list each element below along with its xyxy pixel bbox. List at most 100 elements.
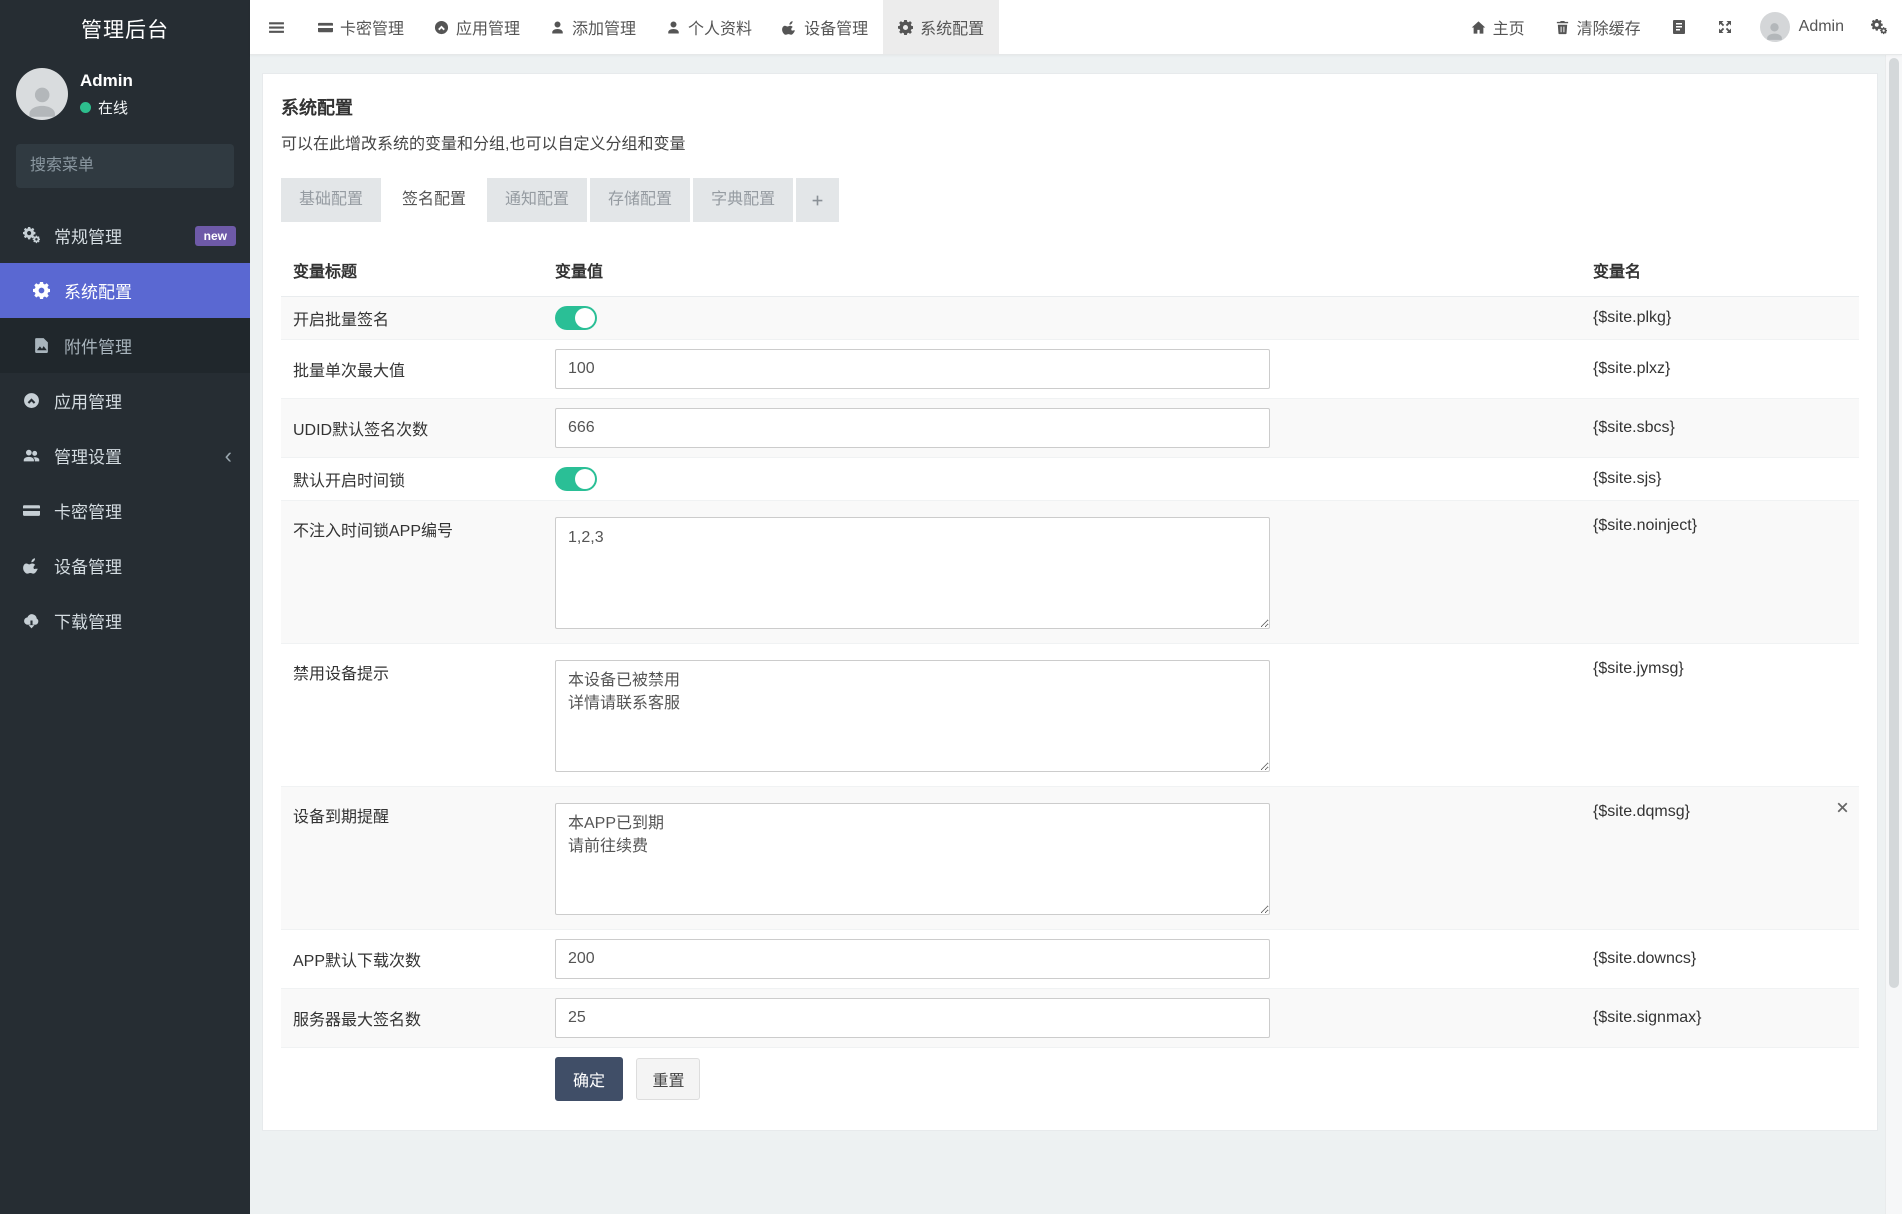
nav-tab-card-management[interactable]: 卡密管理	[303, 0, 419, 54]
table-header-row: 变量标题 变量值 变量名	[281, 248, 1859, 297]
table-row: 默认开启时间锁 {$site.sjs}	[281, 458, 1859, 501]
udid-sign-count-input[interactable]	[555, 408, 1270, 448]
server-max-sign-input[interactable]	[555, 998, 1270, 1038]
sidebar-item-label: 应用管理	[54, 388, 122, 413]
nav-tab-label: 个人资料	[688, 15, 752, 39]
sidebar-item-download-management[interactable]: 下载管理	[0, 593, 250, 648]
plus-icon	[811, 194, 824, 207]
no-inject-apps-textarea[interactable]: 1,2,3	[555, 517, 1270, 629]
scrollbar[interactable]	[1885, 0, 1902, 1214]
row-label: 服务器最大签名数	[281, 989, 543, 1048]
row-label: 不注入时间锁APP编号	[281, 501, 543, 644]
chevron-left-icon: ‹	[225, 445, 232, 467]
page-subtitle: 可以在此增改系统的变量和分组,也可以自定义分组和变量	[281, 130, 1859, 154]
remove-variable-icon[interactable]	[1836, 801, 1849, 819]
sidebar-toggle-button[interactable]	[250, 0, 303, 54]
app-download-count-input[interactable]	[555, 939, 1270, 979]
row-varname: {$site.signmax}	[1581, 989, 1859, 1048]
user-icon	[550, 20, 565, 35]
content-area: 系统配置 可以在此增改系统的变量和分组,也可以自定义分组和变量 基础配置 签名配…	[250, 55, 1902, 1214]
tab-notification-config[interactable]: 通知配置	[487, 178, 587, 222]
cloud-download-icon	[20, 612, 42, 629]
user-status: 在线	[80, 97, 133, 118]
batch-max-input[interactable]	[555, 349, 1270, 389]
cogs-icon	[1871, 19, 1887, 35]
topbar-username: Admin	[1799, 18, 1844, 36]
nav-tab-app-management[interactable]: 应用管理	[419, 0, 535, 54]
home-icon	[1471, 20, 1486, 35]
tab-signature-config[interactable]: 签名配置	[384, 178, 484, 222]
table-row: 开启批量签名 {$site.plkg}	[281, 297, 1859, 340]
nav-tab-system-config[interactable]: 系统配置	[883, 0, 999, 54]
form-actions-row: 确定 重置	[281, 1048, 1859, 1111]
page-title: 系统配置	[281, 94, 1859, 120]
row-varname: {$site.noinject}	[1581, 501, 1859, 644]
scrollbar-thumb[interactable]	[1889, 58, 1899, 988]
sidebar-item-device-management[interactable]: 设备管理	[0, 538, 250, 593]
sidebar-item-attachment-management[interactable]: 附件管理	[0, 318, 250, 373]
online-dot-icon	[80, 102, 91, 113]
batch-sign-toggle[interactable]	[555, 306, 597, 330]
row-label: 默认开启时间锁	[281, 458, 543, 501]
search-box	[16, 144, 234, 188]
credit-card-icon	[318, 20, 333, 35]
search-input[interactable]	[28, 156, 239, 176]
row-label: 批量单次最大值	[281, 340, 543, 399]
row-label: UDID默认签名次数	[281, 399, 543, 458]
app-circle-icon	[434, 20, 449, 35]
nav-tab-profile[interactable]: 个人资料	[651, 0, 767, 54]
row-label: 开启批量签名	[281, 297, 543, 340]
sidebar-item-label: 设备管理	[54, 553, 122, 578]
sidebar-item-general-management[interactable]: 常规管理 new	[0, 208, 250, 263]
sidebar-item-admin-settings[interactable]: 管理设置 ‹	[0, 428, 250, 483]
new-badge: new	[195, 226, 236, 246]
expired-device-msg-textarea[interactable]: 本APP已到期 请前往续费	[555, 803, 1270, 915]
nav-tab-label: 系统配置	[920, 15, 984, 39]
apple-icon	[782, 20, 797, 35]
clear-cache-button[interactable]: 清除缓存	[1540, 0, 1656, 54]
disabled-device-msg-textarea[interactable]: 本设备已被禁用 详情请联系客服	[555, 660, 1270, 772]
avatar	[1760, 12, 1790, 42]
submit-button[interactable]: 确定	[555, 1057, 623, 1101]
tab-add-group[interactable]	[796, 178, 839, 222]
file-image-icon	[30, 337, 52, 354]
table-row: 服务器最大签名数 {$site.signmax}	[281, 989, 1859, 1048]
nav-tab-label: 卡密管理	[340, 15, 404, 39]
sidebar-item-label: 管理设置	[54, 443, 122, 468]
apple-icon	[20, 557, 42, 574]
timelock-toggle[interactable]	[555, 467, 597, 491]
table-row: 不注入时间锁APP编号 1,2,3 {$site.noinject}	[281, 501, 1859, 644]
fullscreen-button[interactable]	[1702, 0, 1748, 54]
table-row: APP默认下载次数 {$site.downcs}	[281, 930, 1859, 989]
header-var-name: 变量名	[1581, 248, 1859, 297]
config-tabs: 基础配置 签名配置 通知配置 存储配置 字典配置	[281, 178, 1859, 222]
sidebar-item-card-management[interactable]: 卡密管理	[0, 483, 250, 538]
sidebar-item-app-management[interactable]: 应用管理	[0, 373, 250, 428]
nav-tab-label: 设备管理	[804, 15, 868, 39]
nav-tab-label: 添加管理	[572, 15, 636, 39]
user-panel: Admin 在线	[0, 58, 250, 134]
docs-button[interactable]	[1656, 0, 1702, 54]
home-link[interactable]: 主页	[1456, 0, 1540, 54]
table-row: 设备到期提醒 本APP已到期 请前往续费 {$site.dqmsg}	[281, 787, 1859, 930]
row-varname: {$site.sjs}	[1581, 458, 1859, 501]
gear-icon	[30, 282, 52, 299]
system-config-panel: 系统配置 可以在此增改系统的变量和分组,也可以自定义分组和变量 基础配置 签名配…	[262, 73, 1878, 1131]
credit-card-icon	[20, 502, 42, 519]
sidebar-item-system-config[interactable]: 系统配置	[0, 263, 250, 318]
row-label: 设备到期提醒	[281, 787, 543, 930]
nav-tab-add-management[interactable]: 添加管理	[535, 0, 651, 54]
table-row: 批量单次最大值 {$site.plxz}	[281, 340, 1859, 399]
nav-tab-label: 应用管理	[456, 15, 520, 39]
cogs-icon	[20, 227, 42, 244]
topbar-user-menu[interactable]: Admin	[1748, 0, 1856, 54]
tab-dictionary-config[interactable]: 字典配置	[693, 178, 793, 222]
tab-basic-config[interactable]: 基础配置	[281, 178, 381, 222]
trash-icon	[1555, 20, 1570, 35]
reset-button[interactable]: 重置	[636, 1058, 700, 1100]
settings-button[interactable]	[1856, 0, 1902, 54]
home-label: 主页	[1493, 15, 1525, 39]
user-icon	[666, 20, 681, 35]
tab-storage-config[interactable]: 存储配置	[590, 178, 690, 222]
nav-tab-device-management[interactable]: 设备管理	[767, 0, 883, 54]
